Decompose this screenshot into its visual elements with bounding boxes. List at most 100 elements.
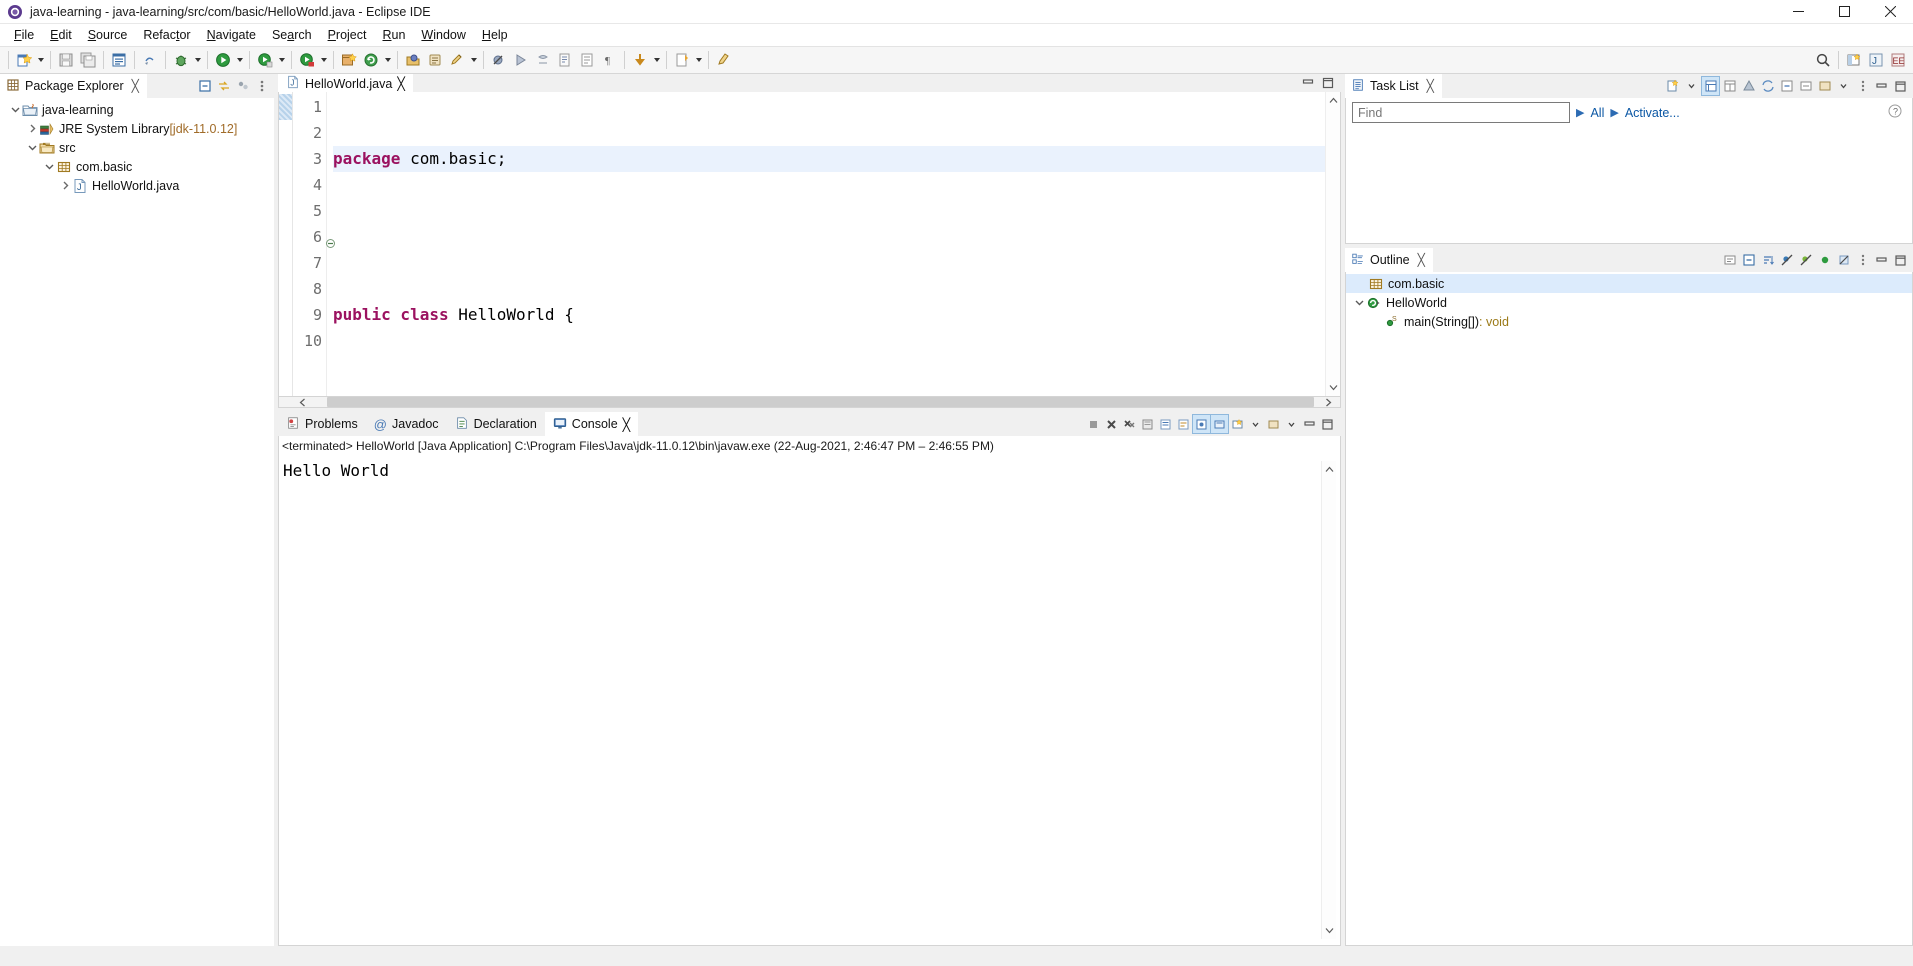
console-vertical-scrollbar[interactable] (1321, 461, 1336, 939)
search-icon[interactable] (402, 49, 424, 71)
sort-icon[interactable] (1759, 251, 1776, 269)
minimize-icon[interactable] (1299, 74, 1316, 92)
forward-icon[interactable] (671, 49, 693, 71)
pin-console-icon[interactable] (1192, 414, 1211, 434)
menu-source[interactable]: Source (80, 26, 136, 44)
focus-on-workweek-icon[interactable] (1740, 77, 1757, 95)
new-task-dropdown-icon[interactable] (1683, 77, 1700, 95)
skip-breakpoints-icon[interactable] (488, 49, 510, 71)
activate-link[interactable]: Activate... (1625, 106, 1680, 120)
editor-body[interactable]: 1 2 3 4 5 6 7 8 9 10 package com.basic; … (278, 92, 1341, 397)
new-java-class-icon[interactable] (108, 49, 130, 71)
outline-item-helloworld[interactable]: HelloWorld (1346, 293, 1912, 312)
open-task-icon[interactable] (424, 49, 446, 71)
open-type-icon[interactable] (360, 49, 382, 71)
view-menu-icon[interactable] (1816, 77, 1833, 95)
link-with-editor-icon[interactable] (1797, 77, 1814, 95)
chevron-right-icon[interactable]: ▶ (1610, 106, 1618, 119)
hide-non-public-icon[interactable] (1816, 251, 1833, 269)
menu-help[interactable]: Help (474, 26, 516, 44)
menu-window[interactable]: Window (413, 26, 473, 44)
debug-icon[interactable] (170, 49, 192, 71)
editor-horizontal-scrollbar[interactable] (278, 397, 1341, 408)
coverage-icon[interactable] (296, 49, 318, 71)
tab-javadoc[interactable]: @ Javadoc (366, 412, 447, 436)
debug-dropdown-icon[interactable] (192, 49, 203, 71)
new-task-icon[interactable] (1664, 77, 1681, 95)
close-icon[interactable]: ╳ (623, 417, 631, 432)
chevron-down-icon[interactable] (1352, 293, 1366, 312)
menu-navigate[interactable]: Navigate (199, 26, 264, 44)
save-all-icon[interactable] (77, 49, 99, 71)
remove-launch-icon[interactable] (1103, 415, 1120, 433)
close-icon[interactable]: ╳ (1427, 79, 1434, 93)
close-icon[interactable]: ╳ (397, 76, 405, 91)
show-whitespace-icon[interactable]: ¶ (598, 49, 620, 71)
view-menu-dots-icon[interactable] (253, 77, 270, 95)
minimize-icon[interactable] (1873, 251, 1890, 269)
view-menu-icon[interactable] (1265, 415, 1282, 433)
close-button[interactable] (1867, 0, 1913, 24)
editor-marker-bar[interactable] (279, 92, 293, 396)
console-output-area[interactable]: Hello World (278, 455, 1341, 946)
close-icon[interactable]: ╳ (132, 79, 139, 93)
forward-dropdown-icon[interactable] (693, 49, 704, 71)
previous-annotation-icon[interactable] (532, 49, 554, 71)
word-wrap-icon[interactable] (1175, 415, 1192, 433)
categorized-presentation-icon[interactable] (1701, 76, 1720, 96)
chevron-down-icon[interactable] (8, 100, 22, 119)
edit-icon[interactable] (446, 49, 468, 71)
tab-helloworld-java[interactable]: J HelloWorld.java ╳ (278, 74, 413, 92)
hide-local-types-icon[interactable] (1835, 251, 1852, 269)
maximize-button[interactable] (1821, 0, 1867, 24)
tree-item-helloworld-java[interactable]: J HelloWorld.java (0, 176, 274, 195)
menu-file[interactable]: File (6, 26, 42, 44)
tab-package-explorer[interactable]: Package Explorer ╳ (0, 74, 147, 98)
scroll-lock-icon[interactable] (1157, 415, 1174, 433)
editor-source-code[interactable]: package com.basic; public class HelloWor… (327, 92, 1325, 396)
outline-tree[interactable]: com.basic HelloWorld S main(String[]): … (1345, 272, 1913, 946)
open-console-dropdown-icon[interactable] (1247, 415, 1264, 433)
editor-vertical-scrollbar[interactable] (1325, 92, 1340, 396)
tab-outline[interactable]: Outline ╳ (1345, 248, 1433, 272)
open-console-icon[interactable] (1229, 415, 1246, 433)
maximize-icon[interactable] (1892, 77, 1909, 95)
coverage-dropdown-icon[interactable] (318, 49, 329, 71)
view-menu-dropdown-icon[interactable] (1835, 77, 1852, 95)
scheduled-presentation-icon[interactable] (1721, 77, 1738, 95)
menu-project[interactable]: Project (320, 26, 375, 44)
collapse-all-icon[interactable] (1740, 251, 1757, 269)
tree-item-jre-system-library[interactable]: JRE System Library [jdk-11.0.12] (0, 119, 274, 138)
terminate-icon[interactable] (1085, 415, 1102, 433)
tab-console[interactable]: Console ╳ (544, 412, 639, 436)
chevron-down-icon[interactable] (42, 157, 56, 176)
toggle-block-selection-icon[interactable] (576, 49, 598, 71)
tree-item-src[interactable]: src (0, 138, 274, 157)
view-menu-dots-icon[interactable] (1854, 77, 1871, 95)
help-icon[interactable]: ? (1888, 104, 1906, 121)
run-icon[interactable] (212, 49, 234, 71)
new-wizard-dropdown-icon[interactable] (35, 49, 46, 71)
new-java-project-icon[interactable] (338, 49, 360, 71)
tab-declaration[interactable]: Declaration (447, 412, 545, 436)
remove-all-terminated-icon[interactable] (1121, 415, 1138, 433)
back-icon[interactable] (629, 49, 651, 71)
chevron-down-icon[interactable] (25, 138, 39, 157)
minimize-icon[interactable] (1873, 77, 1890, 95)
edit-dropdown-icon[interactable] (468, 49, 479, 71)
hide-fields-icon[interactable] (1778, 251, 1795, 269)
open-type-dropdown-icon[interactable] (382, 49, 393, 71)
menu-run[interactable]: Run (374, 26, 413, 44)
horizontal-scroll-thumb[interactable] (327, 397, 1314, 407)
collapse-all-icon[interactable] (196, 77, 213, 95)
display-selected-console-icon[interactable] (1210, 414, 1229, 434)
outline-item-com-basic[interactable]: com.basic (1346, 274, 1912, 293)
print-icon[interactable] (139, 49, 161, 71)
collapse-all-icon[interactable] (1778, 77, 1795, 95)
clear-console-icon[interactable] (1139, 415, 1156, 433)
scroll-up-arrow-icon[interactable] (1327, 94, 1340, 107)
menu-edit[interactable]: Edit (42, 26, 80, 44)
pin-editor-icon[interactable] (713, 49, 735, 71)
package-explorer-tree[interactable]: java-learning JRE System Library [jdk-11… (0, 98, 274, 946)
java-ee-perspective-icon[interactable]: EE (1887, 49, 1909, 71)
